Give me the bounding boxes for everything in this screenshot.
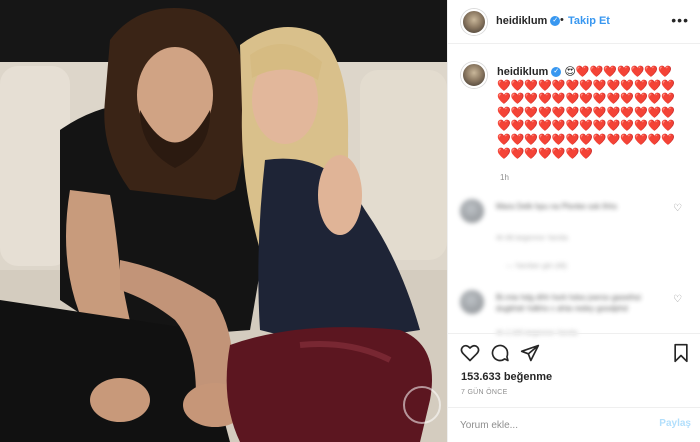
post-date[interactable]: 7 GÜN ÖNCE [461, 389, 508, 396]
caption-username[interactable]: heidiklum [497, 66, 548, 78]
comment-text: Mara Delk hpu na Plonke ssk lhhs [496, 202, 617, 211]
post-actions: 153.633 beğenme 7 GÜN ÖNCE [448, 333, 700, 403]
comment-text: Bi.mia hdg dhh hsrk hdss joerss gaseihsi… [496, 293, 641, 313]
comment-icon[interactable] [490, 343, 510, 363]
bookmark-icon[interactable] [672, 343, 690, 363]
likes-count[interactable]: 153.633 beğenme [461, 371, 552, 383]
follow-button[interactable]: Takip Et [568, 15, 610, 27]
post-header: heidiklum ✓ • Takip Et ••• [448, 0, 700, 44]
header-avatar[interactable] [461, 9, 487, 35]
verified-badge-icon: ✓ [551, 67, 562, 78]
view-replies-link[interactable]: — Yanıtları gör (48) [506, 263, 567, 270]
heart-icon[interactable] [460, 343, 480, 363]
header-username[interactable]: heidiklum ✓ [496, 15, 561, 27]
more-options-icon[interactable]: ••• [671, 12, 689, 28]
comment-bar: Paylaş [448, 407, 700, 442]
commenter-avatar[interactable] [460, 199, 484, 223]
verified-badge-icon: ✓ [550, 16, 561, 27]
header-separator: • [560, 14, 564, 26]
comment-meta[interactable]: 4h 88 begenme Yanıtla [496, 235, 568, 242]
comment-like-heart-icon[interactable]: ♡ [673, 203, 682, 214]
watermark-logo [403, 386, 441, 424]
post-comment-button[interactable]: Paylaş [659, 418, 691, 429]
comment-item: Mara Delk hpu na Plonke ssk lhhs 4h 88 b… [460, 199, 690, 279]
header-username-text[interactable]: heidiklum [496, 15, 547, 27]
comment-item: Bi.mia hdg dhh hsrk hdss joerss gaseihsi… [460, 290, 690, 337]
post-caption: heidiklum ✓ 😍❤️❤️❤️❤️❤️❤️❤️❤️❤️❤️❤️❤️❤️❤️… [497, 66, 685, 161]
post-photo[interactable] [0, 0, 447, 442]
caption-avatar[interactable] [461, 62, 487, 88]
couple-photo-illustration [0, 0, 447, 442]
commenter-avatar[interactable] [460, 290, 484, 314]
comment-input[interactable] [460, 417, 640, 433]
caption-text: 😍❤️❤️❤️❤️❤️❤️❤️❤️❤️❤️❤️❤️❤️❤️❤️❤️❤️❤️❤️❤… [497, 66, 676, 160]
comment-like-heart-icon[interactable]: ♡ [673, 294, 682, 305]
post-side-panel: heidiklum ✓ • Takip Et ••• heidiklum ✓ 😍❤️… [447, 0, 700, 442]
caption-time: 1h [500, 173, 509, 182]
share-icon[interactable] [520, 343, 540, 363]
